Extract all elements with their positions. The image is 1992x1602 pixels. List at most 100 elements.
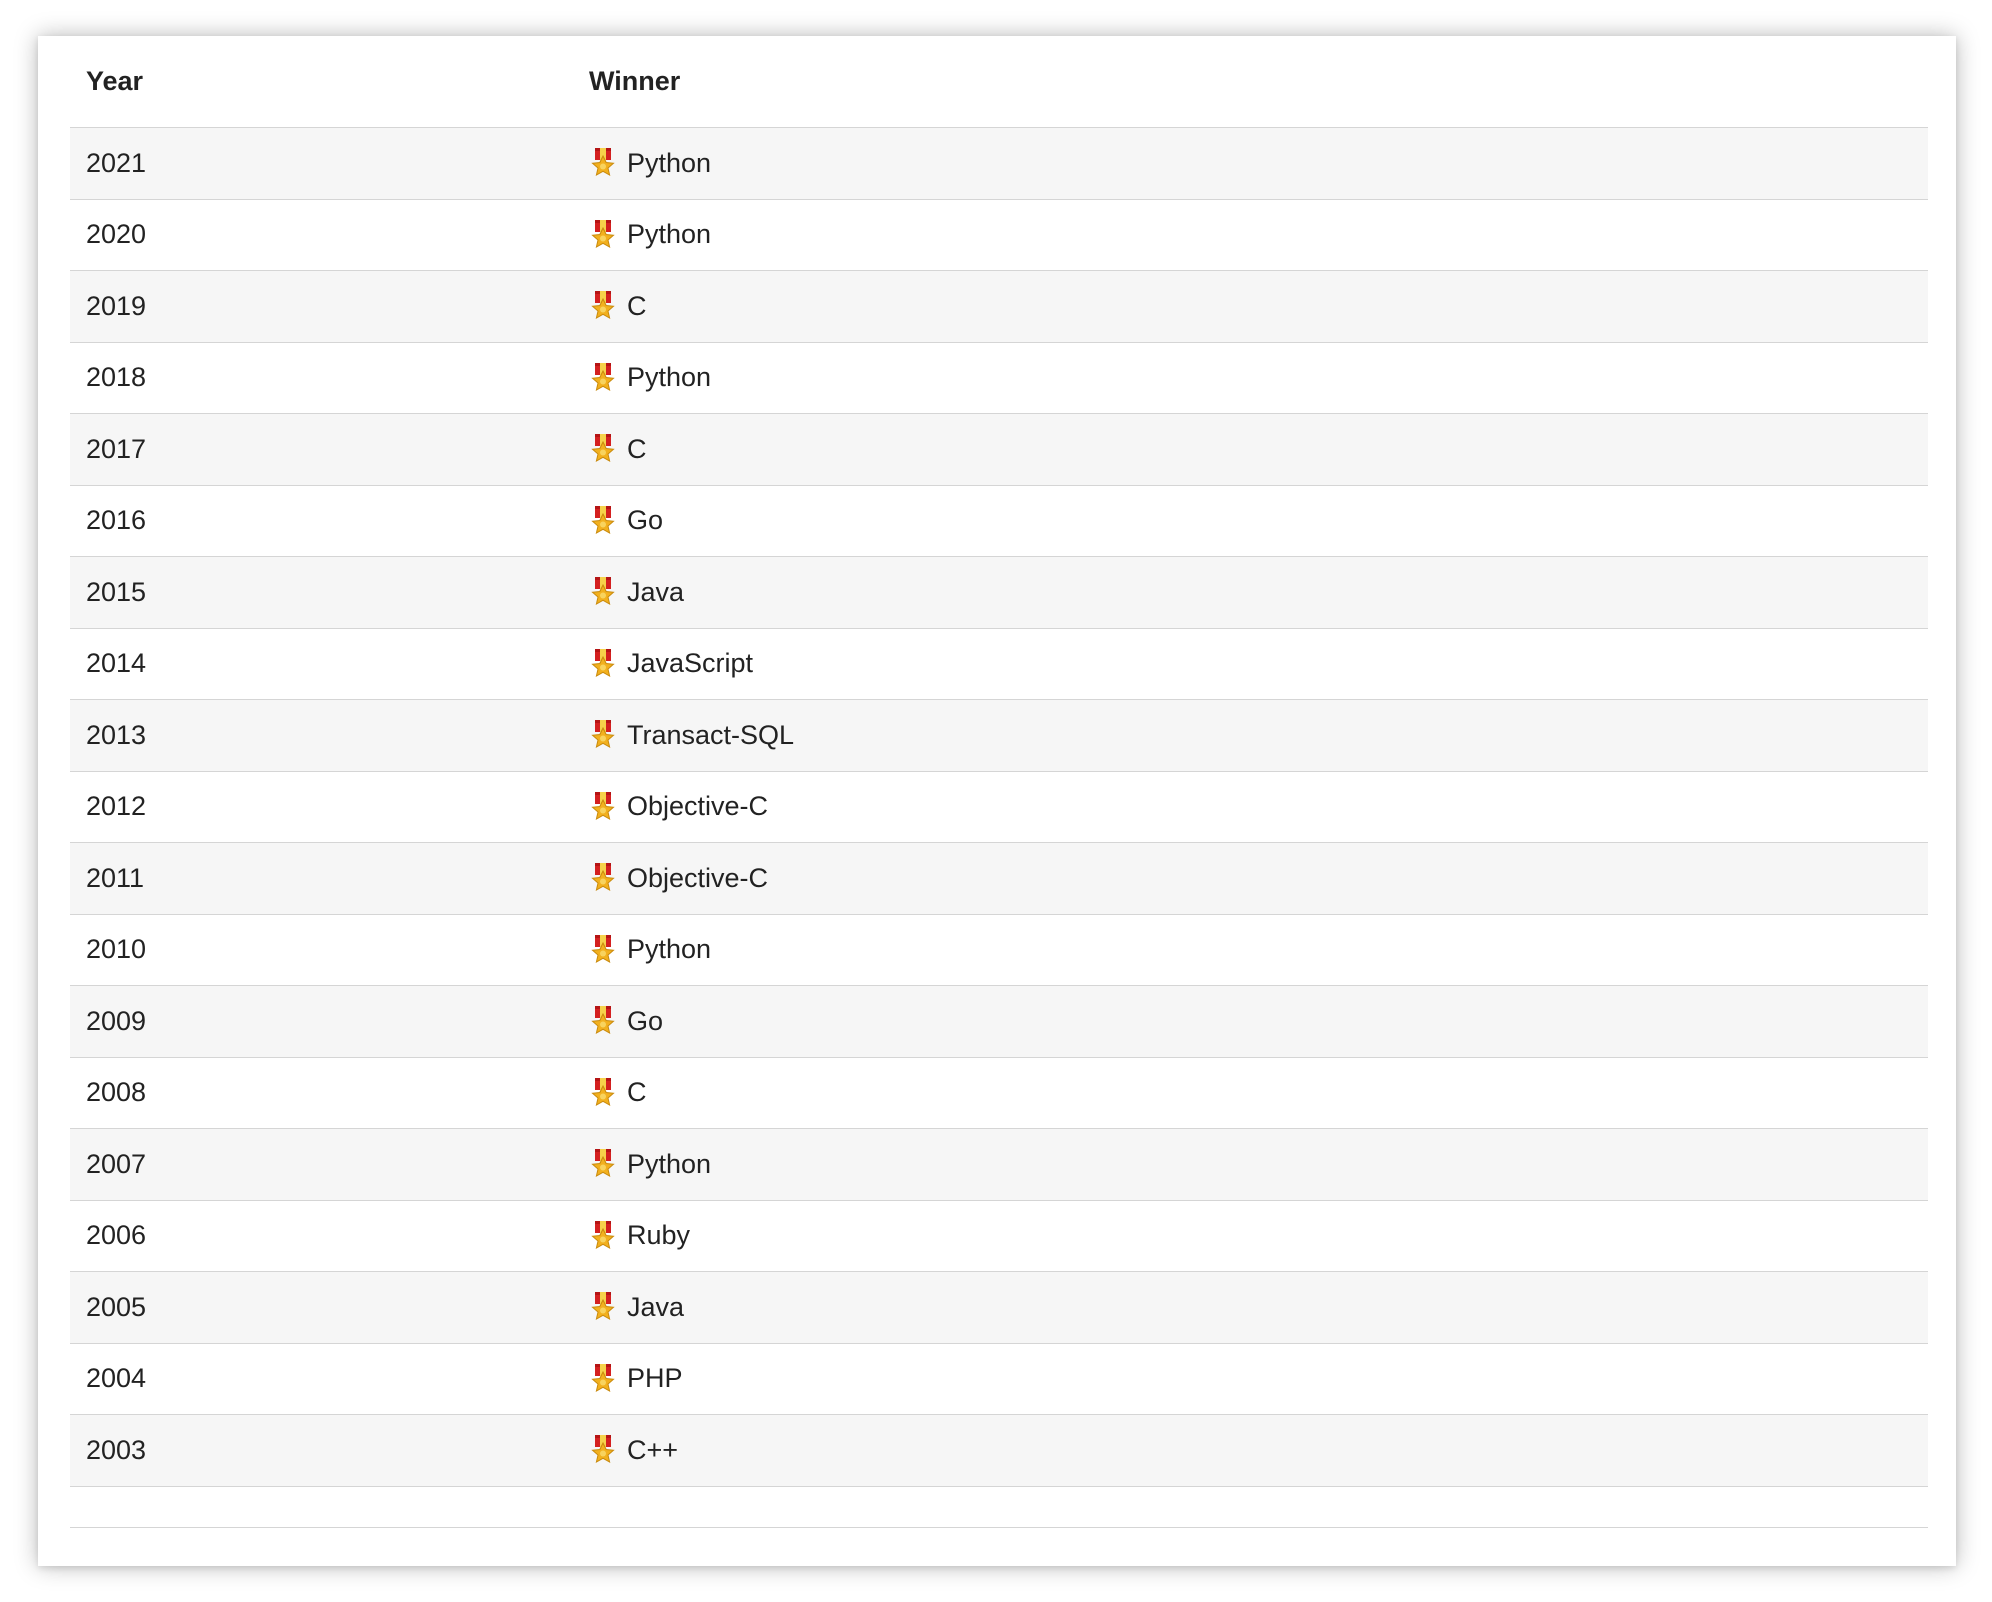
table-row: 2012 Objective-C bbox=[70, 771, 1928, 843]
winner-cell: Python bbox=[589, 219, 1928, 251]
winner-name: C++ bbox=[627, 1434, 679, 1465]
table-header-row: Year Winner bbox=[70, 36, 1928, 128]
winner-cell: Python bbox=[589, 147, 1928, 179]
winner-name: Objective-C bbox=[627, 862, 769, 893]
medal-icon bbox=[589, 1077, 617, 1109]
winner-name: C bbox=[627, 433, 647, 464]
header-winner: Winner bbox=[589, 66, 681, 96]
table-row: 2014 JavaScript bbox=[70, 628, 1928, 700]
year-cell: 2007 bbox=[86, 1148, 147, 1179]
winner-name: PHP bbox=[627, 1363, 683, 1394]
winner-cell: Objective-C bbox=[589, 862, 1928, 894]
year-cell: 2012 bbox=[86, 791, 147, 822]
medal-icon bbox=[589, 433, 617, 465]
table-row: 2007 Python bbox=[70, 1129, 1928, 1201]
year-cell: 2013 bbox=[86, 719, 147, 750]
winner-cell: C bbox=[589, 290, 1928, 322]
winner-cell: C bbox=[589, 433, 1928, 465]
winner-name: Python bbox=[627, 219, 712, 250]
winner-cell: Transact-SQL bbox=[589, 719, 1928, 751]
medal-icon bbox=[589, 1363, 617, 1395]
table-card: Year Winner 2021 Python 2020 Python 2019… bbox=[38, 36, 1956, 1566]
winner-cell: Java bbox=[589, 576, 1928, 608]
table-row: 2004 PHP bbox=[70, 1343, 1928, 1415]
table-row: 2017 C bbox=[70, 414, 1928, 486]
winner-name: Go bbox=[627, 505, 664, 536]
medal-icon bbox=[589, 147, 617, 179]
table-row: 2003 C++ bbox=[70, 1415, 1928, 1487]
table-row: 2019 C bbox=[70, 271, 1928, 343]
table-body: 2021 Python 2020 Python 2019 C 2018 Pyth… bbox=[70, 128, 1928, 1487]
year-cell: 2010 bbox=[86, 934, 147, 965]
medal-icon bbox=[589, 219, 617, 251]
year-cell: 2020 bbox=[86, 219, 147, 250]
winner-cell: C bbox=[589, 1077, 1928, 1109]
year-cell: 2021 bbox=[86, 147, 147, 178]
year-cell: 2009 bbox=[86, 1005, 147, 1036]
table-footer bbox=[70, 1487, 1928, 1528]
winner-name: Objective-C bbox=[627, 791, 769, 822]
medal-icon bbox=[589, 362, 617, 394]
year-cell: 2016 bbox=[86, 505, 147, 536]
winner-cell: Python bbox=[589, 934, 1928, 966]
medal-icon bbox=[589, 1005, 617, 1037]
table-row: 2020 Python bbox=[70, 199, 1928, 271]
year-cell: 2006 bbox=[86, 1220, 147, 1251]
winner-name: Python bbox=[627, 1148, 712, 1179]
medal-icon bbox=[589, 576, 617, 608]
medal-icon bbox=[589, 1220, 617, 1252]
winner-name: C bbox=[627, 1077, 647, 1108]
winner-cell: PHP bbox=[589, 1363, 1928, 1395]
winner-name: Python bbox=[627, 147, 712, 178]
winner-cell: C++ bbox=[589, 1434, 1928, 1466]
winners-table: Year Winner 2021 Python 2020 Python 2019… bbox=[70, 36, 1928, 1528]
year-cell: 2005 bbox=[86, 1291, 147, 1322]
year-cell: 2011 bbox=[86, 862, 145, 893]
year-cell: 2003 bbox=[86, 1434, 147, 1465]
winner-name: Java bbox=[627, 576, 685, 607]
table-row: 2009 Go bbox=[70, 986, 1928, 1058]
year-cell: 2019 bbox=[86, 290, 147, 321]
winner-name: Go bbox=[627, 1005, 664, 1036]
winner-name: Ruby bbox=[627, 1220, 691, 1251]
winner-name: Python bbox=[627, 362, 712, 393]
table-row: 2018 Python bbox=[70, 342, 1928, 414]
winner-name: JavaScript bbox=[627, 648, 754, 679]
table-row: 2008 C bbox=[70, 1057, 1928, 1129]
winner-cell: Objective-C bbox=[589, 791, 1928, 823]
medal-icon bbox=[589, 290, 617, 322]
winner-cell: Java bbox=[589, 1291, 1928, 1323]
medal-icon bbox=[589, 862, 617, 894]
winner-name: Transact-SQL bbox=[627, 719, 795, 750]
winner-cell: Python bbox=[589, 362, 1928, 394]
year-cell: 2004 bbox=[86, 1363, 147, 1394]
medal-icon bbox=[589, 505, 617, 537]
medal-icon bbox=[589, 1434, 617, 1466]
table-row: 2010 Python bbox=[70, 914, 1928, 986]
header-year: Year bbox=[86, 66, 144, 96]
year-cell: 2014 bbox=[86, 648, 147, 679]
winner-name: C bbox=[627, 290, 647, 321]
winner-cell: Ruby bbox=[589, 1220, 1928, 1252]
table-row: 2016 Go bbox=[70, 485, 1928, 557]
table-row: 2005 Java bbox=[70, 1272, 1928, 1344]
year-cell: 2018 bbox=[86, 362, 147, 393]
medal-icon bbox=[589, 1291, 617, 1323]
medal-icon bbox=[589, 934, 617, 966]
table-row: 2021 Python bbox=[70, 128, 1928, 200]
medal-icon bbox=[589, 791, 617, 823]
table-row: 2015 Java bbox=[70, 557, 1928, 629]
year-cell: 2008 bbox=[86, 1077, 147, 1108]
winner-name: Python bbox=[627, 934, 712, 965]
winner-cell: Go bbox=[589, 505, 1928, 537]
winner-cell: JavaScript bbox=[589, 648, 1928, 680]
medal-icon bbox=[589, 1148, 617, 1180]
winner-name: Java bbox=[627, 1291, 685, 1322]
year-cell: 2017 bbox=[86, 433, 147, 464]
winner-cell: Python bbox=[589, 1148, 1928, 1180]
medal-icon bbox=[589, 648, 617, 680]
year-cell: 2015 bbox=[86, 576, 147, 607]
table-row: 2013 Transact-SQL bbox=[70, 700, 1928, 772]
medal-icon bbox=[589, 719, 617, 751]
table-row: 2011 Objective-C bbox=[70, 843, 1928, 915]
